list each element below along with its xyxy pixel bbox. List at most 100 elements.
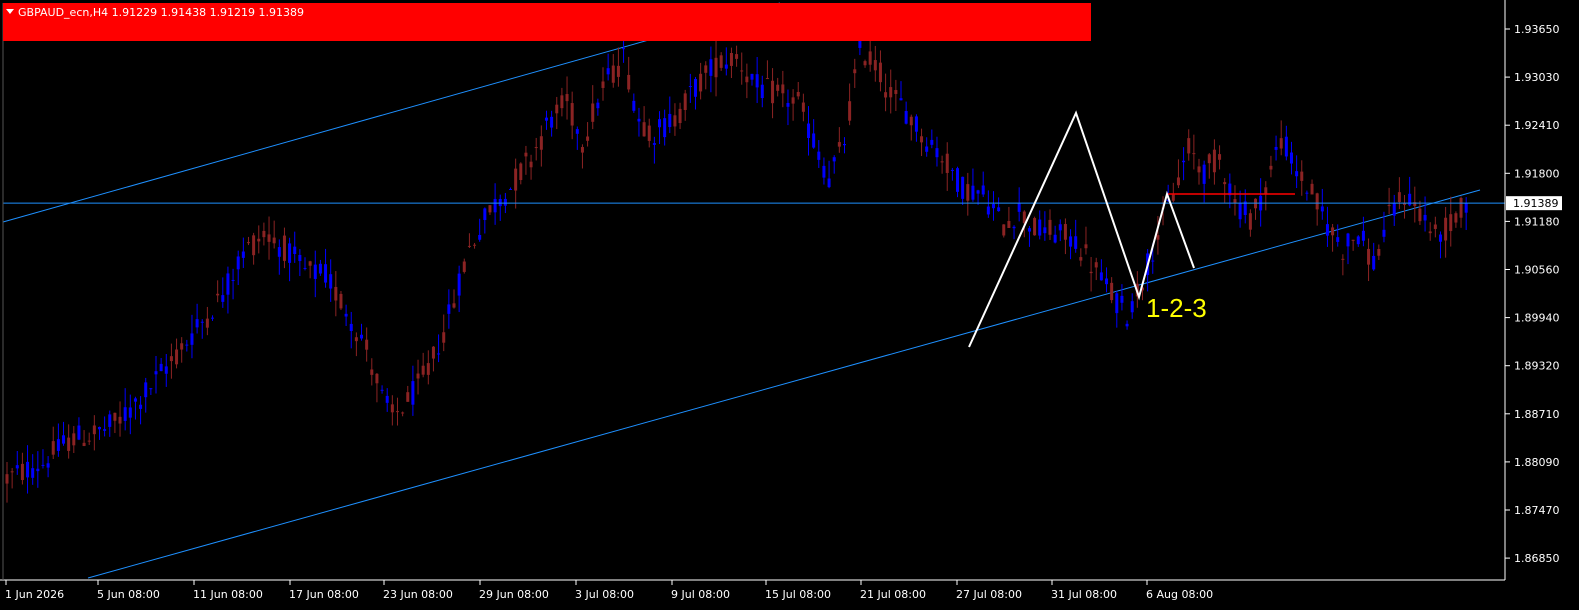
- candle-body: [760, 84, 764, 99]
- candle-body: [442, 332, 446, 343]
- candle-body: [426, 363, 430, 375]
- candle-body: [925, 146, 929, 152]
- candle-body: [950, 169, 954, 171]
- candle-body: [1007, 220, 1011, 228]
- candle-body: [909, 116, 913, 126]
- y-tick-label: 1.89320: [1514, 360, 1560, 373]
- candle-body: [616, 65, 620, 77]
- candle-body: [688, 86, 692, 88]
- candle-body: [303, 267, 307, 269]
- candle-body: [1238, 203, 1242, 220]
- candle-body: [159, 363, 163, 372]
- candle-body: [411, 381, 415, 405]
- candle-body: [231, 279, 235, 281]
- candle-body: [529, 161, 533, 168]
- candle-body: [144, 382, 148, 398]
- candle-body: [1284, 136, 1288, 157]
- candle-body: [966, 184, 970, 201]
- candle-body: [36, 468, 40, 472]
- candle-body: [180, 343, 184, 350]
- candle-body: [1428, 231, 1432, 234]
- x-tick-label: 27 Jul 08:00: [956, 588, 1022, 601]
- candle-body: [262, 230, 266, 238]
- x-tick-label: 31 Jul 08:00: [1051, 588, 1117, 601]
- candle-body: [211, 317, 215, 319]
- candle-body: [51, 441, 55, 455]
- candle-body: [282, 235, 286, 261]
- candle-body: [673, 115, 677, 127]
- candle-body: [632, 100, 636, 111]
- candle-body: [77, 425, 81, 440]
- candle-body: [904, 111, 908, 124]
- y-tick-label: 1.88090: [1514, 456, 1560, 469]
- candle-body: [1223, 182, 1227, 185]
- candle-body: [1444, 217, 1448, 241]
- candle-body: [755, 74, 759, 88]
- candle-body: [586, 136, 590, 141]
- candle-body: [1331, 227, 1335, 236]
- candle-body: [519, 163, 523, 181]
- candle-body: [1027, 228, 1031, 232]
- candle-body: [406, 392, 410, 402]
- y-tick-label: 1.91800: [1514, 167, 1560, 180]
- candle-body: [175, 349, 179, 365]
- candle-body: [395, 411, 399, 413]
- candle-body: [1182, 160, 1186, 163]
- candle-body: [401, 412, 405, 414]
- candle-body: [724, 64, 728, 69]
- candle-body: [735, 54, 739, 59]
- candle-body: [1099, 272, 1103, 281]
- candle-body: [46, 463, 50, 468]
- candle-body: [103, 429, 107, 431]
- candle-body: [108, 414, 112, 427]
- candle-body: [914, 116, 918, 132]
- y-tick-label: 1.87470: [1514, 504, 1560, 517]
- candle-body: [935, 148, 939, 158]
- candle-body: [334, 286, 338, 301]
- candle-body: [498, 198, 502, 207]
- candle-body: [1002, 224, 1006, 236]
- candle-body: [1074, 236, 1078, 249]
- candle-body: [827, 178, 831, 188]
- candle-body: [1063, 224, 1067, 240]
- candle-body: [375, 373, 379, 384]
- x-tick-label: 6 Aug 08:00: [1146, 588, 1213, 601]
- candle-body: [92, 425, 96, 435]
- candle-body: [606, 68, 610, 75]
- candle-body: [791, 97, 795, 104]
- candle-body: [87, 440, 91, 442]
- candle-body: [226, 273, 230, 295]
- candle-body: [796, 91, 800, 97]
- candle-body: [1356, 236, 1360, 245]
- candle-body: [252, 235, 256, 256]
- chart: 1-2-3 1.93650 1.93030 1.92410 1.91800 1.9118…: [0, 0, 1579, 610]
- candle-body: [1089, 271, 1093, 274]
- candle-body: [524, 152, 528, 157]
- candle-body: [807, 123, 811, 138]
- x-tick-label: 17 Jun 08:00: [289, 588, 359, 601]
- candle-body: [848, 101, 852, 121]
- candle-body: [380, 389, 384, 391]
- candle-body: [642, 122, 646, 137]
- x-tick-label: 3 Jul 08:00: [575, 588, 634, 601]
- candle-body: [709, 59, 713, 76]
- candle-body: [277, 247, 281, 257]
- candle-body: [190, 333, 194, 345]
- x-tick-label: 29 Jun 08:00: [479, 588, 549, 601]
- candle-body: [1176, 177, 1180, 186]
- candle-body: [550, 116, 554, 128]
- candle-body: [1084, 244, 1088, 249]
- candle-body: [683, 93, 687, 110]
- candle-body: [452, 303, 456, 308]
- pattern-label: 1-2-3: [1146, 293, 1207, 323]
- candle-body: [991, 204, 995, 209]
- candle-body: [570, 103, 574, 126]
- candle-body: [693, 78, 697, 97]
- candle-body: [421, 365, 425, 375]
- candle-body: [699, 73, 703, 92]
- candle-body: [1351, 239, 1355, 241]
- candle-body: [1202, 164, 1206, 184]
- candle-body: [801, 102, 805, 112]
- candle-body: [920, 136, 924, 143]
- candle-body: [1033, 218, 1037, 236]
